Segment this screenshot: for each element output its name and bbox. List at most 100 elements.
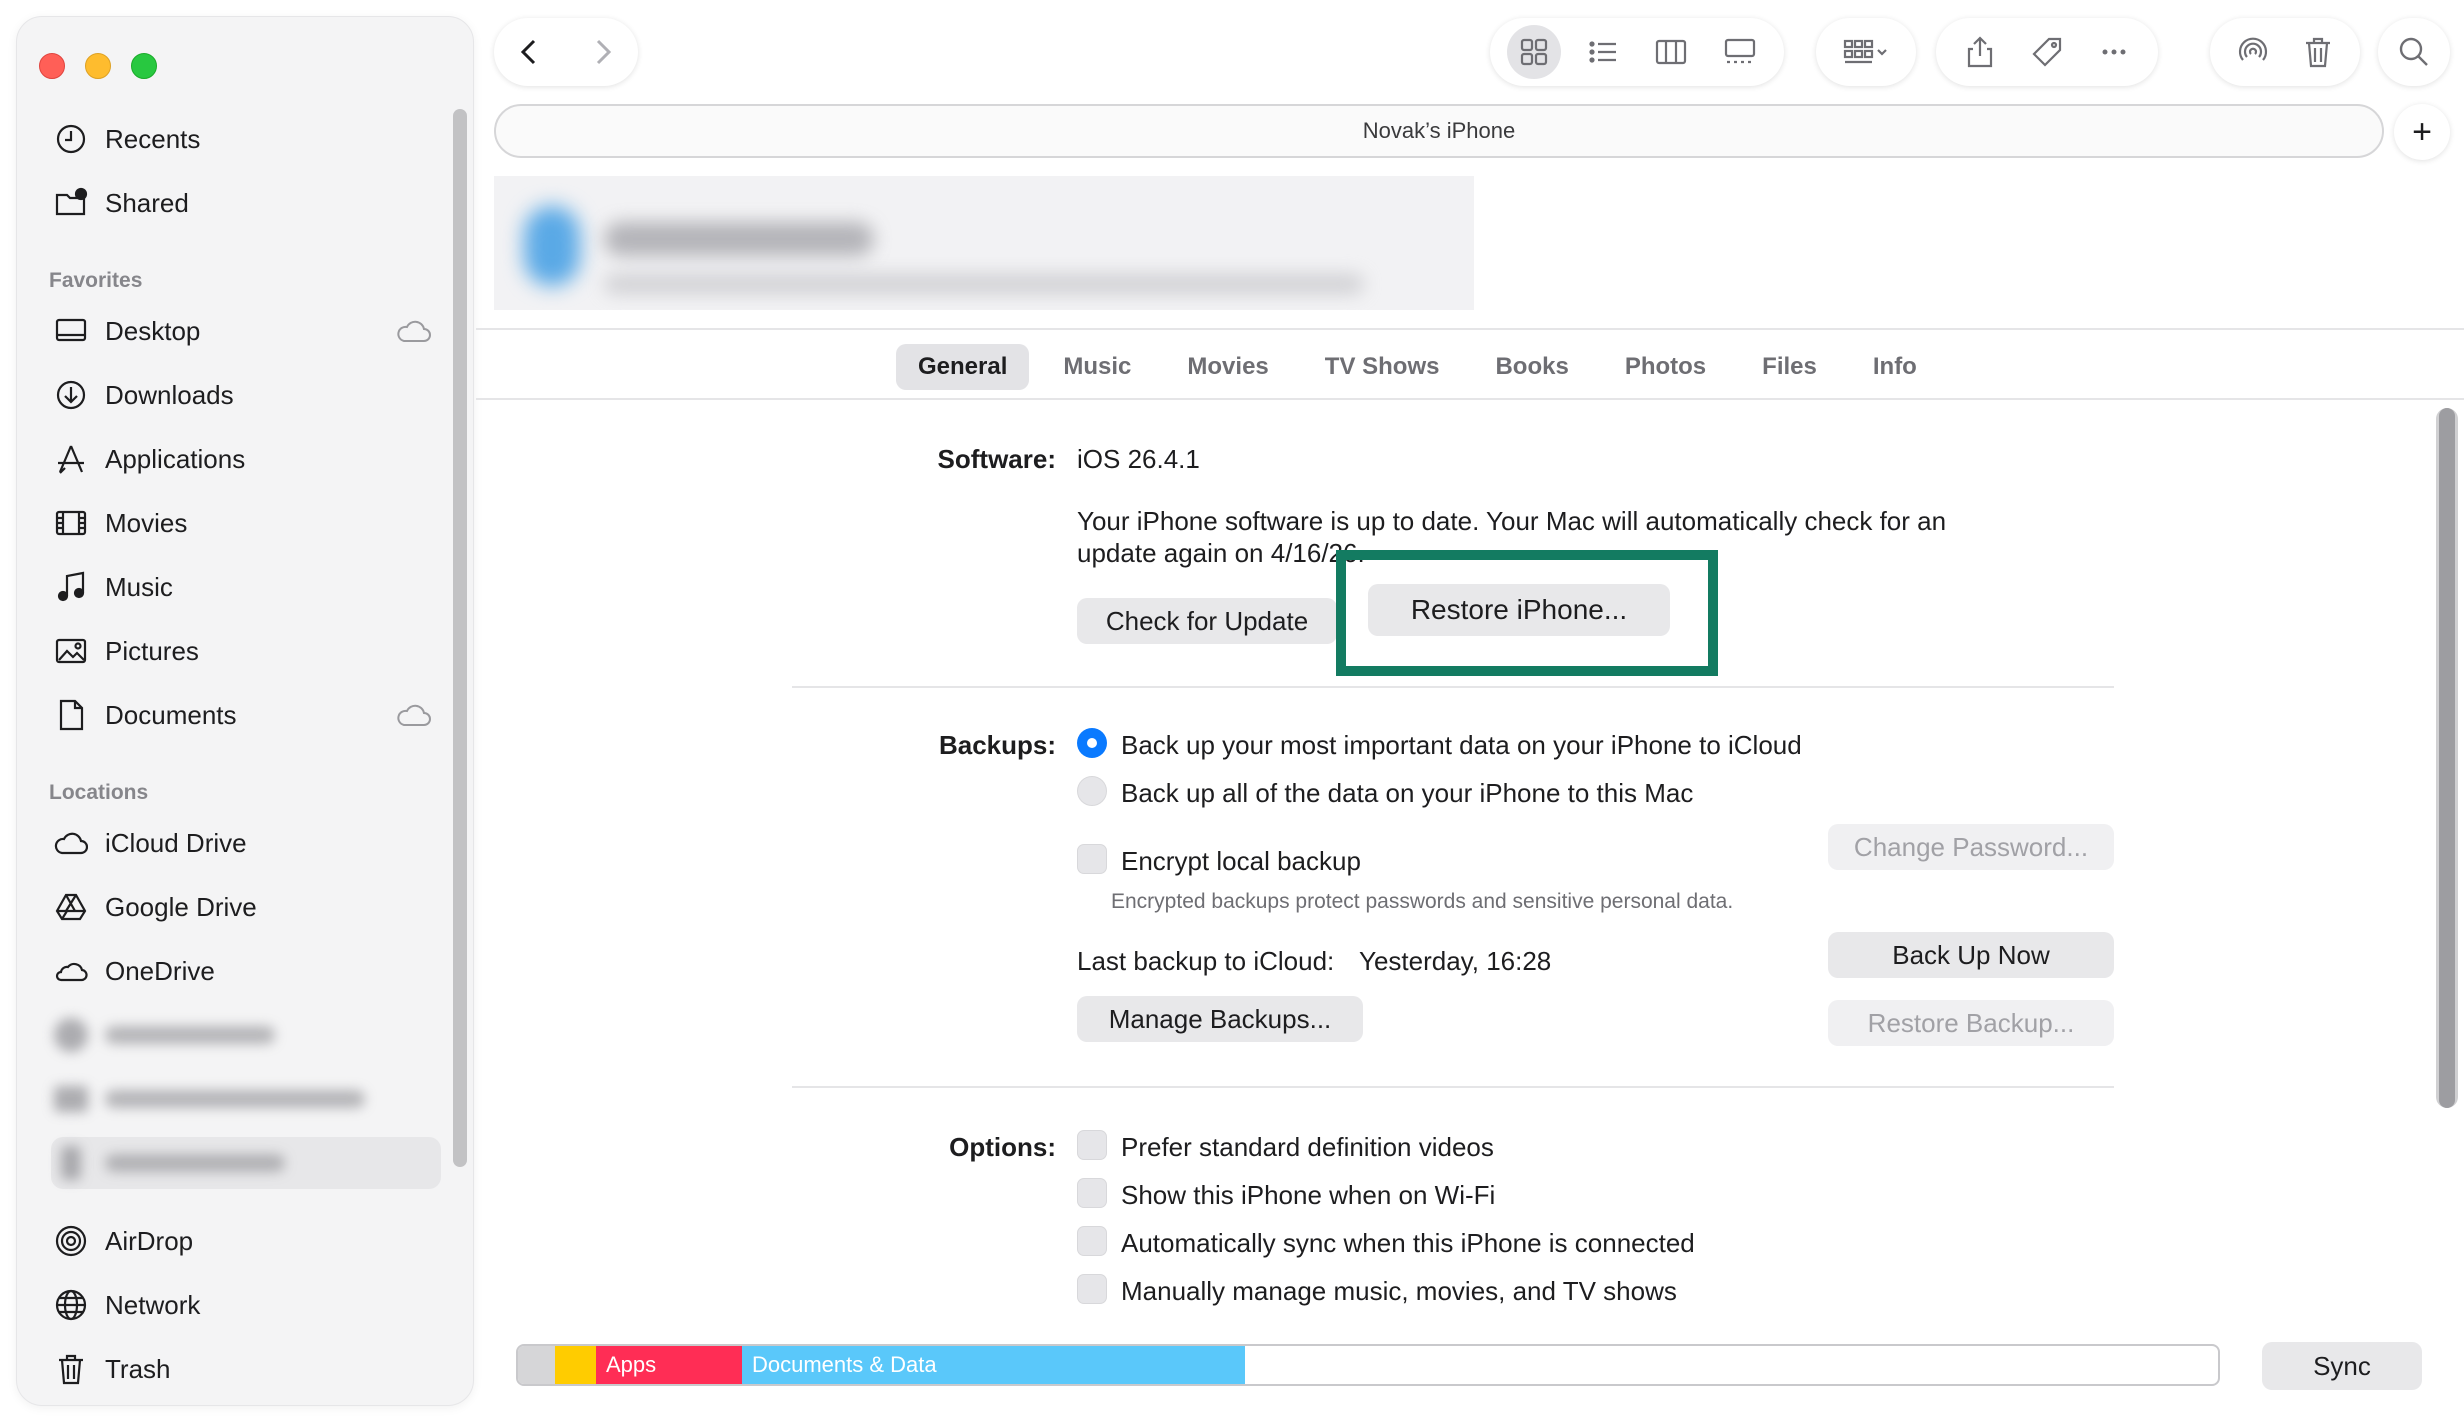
google-drive-icon — [51, 887, 91, 927]
change-password-button[interactable]: Change Password... — [1828, 824, 2114, 870]
restore-backup-button[interactable]: Restore Backup... — [1828, 1000, 2114, 1046]
tab-photos[interactable]: Photos — [1603, 344, 1728, 390]
favorites-header: Favorites — [49, 269, 143, 292]
add-tab-button[interactable]: + — [2394, 104, 2450, 160]
manage-backups-button[interactable]: Manage Backups... — [1077, 996, 1363, 1042]
tab-books[interactable]: Books — [1473, 344, 1590, 390]
storage-usage-bar[interactable]: Apps Documents & Data — [516, 1344, 2220, 1386]
tab-general[interactable]: General — [896, 344, 1030, 390]
group-by-menu[interactable] — [1816, 18, 1916, 86]
more-button[interactable] — [2087, 25, 2141, 79]
icon-view-button[interactable] — [1507, 25, 1562, 79]
back-up-now-button[interactable]: Back Up Now — [1828, 932, 2114, 978]
sidebar-item-recents[interactable]: Recents — [51, 113, 441, 165]
sidebar-item-movies[interactable]: Movies — [51, 497, 441, 549]
forward-button[interactable] — [575, 25, 629, 79]
list-view-button[interactable] — [1576, 25, 1630, 79]
sidebar-item-music[interactable]: Music — [51, 561, 441, 613]
tab-tv-shows[interactable]: TV Shows — [1303, 344, 1462, 390]
trash-icon — [51, 1349, 91, 1389]
option-auto-sync-label: Automatically sync when this iPhone is c… — [1121, 1228, 1695, 1258]
sidebar-item-pictures[interactable]: Pictures — [51, 625, 441, 677]
tab-movies[interactable]: Movies — [1165, 344, 1290, 390]
tab-files[interactable]: Files — [1740, 344, 1839, 390]
locations-header: Locations — [49, 781, 149, 804]
clock-icon — [51, 119, 91, 159]
encrypt-note: Encrypted backups protect passwords and … — [1111, 890, 1734, 913]
backup-icloud-radio[interactable] — [1077, 728, 1107, 758]
column-view-button[interactable] — [1644, 25, 1698, 79]
sidebar-item-label: Recents — [105, 123, 201, 154]
device-image-redacted — [524, 206, 580, 286]
path-bar[interactable]: Novak’s iPhone — [494, 104, 2384, 158]
tab-info[interactable]: Info — [1851, 344, 1939, 390]
close-window-button[interactable] — [39, 53, 65, 79]
cloud-icon — [51, 823, 91, 863]
zoom-window-button[interactable] — [131, 53, 157, 79]
backup-mac-label: Back up all of the data on your iPhone t… — [1121, 778, 1694, 808]
sidebar-item-label: Documents — [105, 699, 237, 730]
ellipsis-icon — [2102, 49, 2126, 55]
sidebar-item-airdrop[interactable]: AirDrop — [51, 1215, 441, 1267]
storage-segment — [555, 1346, 596, 1384]
sidebar-item-desktop[interactable]: Desktop — [51, 305, 441, 357]
redacted-label — [105, 1090, 365, 1108]
sidebar-item-google-drive[interactable]: Google Drive — [51, 881, 441, 933]
last-backup-value: Yesterday, 16:28 — [1359, 946, 1552, 976]
option-auto-sync-checkbox[interactable] — [1077, 1226, 1107, 1256]
option-sd-video-label: Prefer standard definition videos — [1121, 1132, 1494, 1162]
tab-music[interactable]: Music — [1041, 344, 1153, 390]
group-by-button[interactable] — [1831, 25, 1901, 79]
share-icon — [1967, 36, 1992, 68]
chevron-left-icon — [520, 39, 536, 65]
sidebar-item-label: Network — [105, 1289, 201, 1320]
sidebar-item-applications[interactable]: Applications — [51, 433, 441, 485]
scrollbar-thumb[interactable] — [2439, 408, 2455, 1108]
check-for-update-button[interactable]: Check for Update — [1077, 598, 1337, 644]
option-manual-manage-checkbox[interactable] — [1077, 1274, 1107, 1304]
content-scrollbar[interactable] — [2436, 408, 2458, 1108]
sidebar-item-downloads[interactable]: Downloads — [51, 369, 441, 421]
move-to-trash-button[interactable] — [2291, 25, 2345, 79]
options-label: Options: — [949, 1132, 1056, 1162]
redacted-label — [105, 1026, 275, 1044]
sync-button[interactable]: Sync — [2262, 1342, 2422, 1390]
cloud-status-icon — [395, 317, 431, 345]
backups-label: Backups: — [938, 730, 1056, 760]
back-button[interactable] — [503, 25, 557, 79]
sidebar-item-label: Shared — [105, 187, 189, 218]
tag-button[interactable] — [2020, 25, 2074, 79]
sidebar-item-redacted-iphone[interactable] — [51, 1137, 441, 1189]
sidebar-scrollbar[interactable] — [453, 109, 467, 1167]
backup-mac-radio[interactable] — [1077, 776, 1107, 806]
last-backup-label: Last backup to iCloud: — [1077, 946, 1335, 976]
share-button[interactable] — [1953, 25, 2007, 79]
action-group — [1936, 18, 2158, 86]
photo-icon — [51, 631, 91, 671]
grid-icon — [1521, 38, 1548, 66]
chevron-right-icon — [596, 39, 612, 65]
sidebar-item-shared[interactable]: Shared — [51, 177, 441, 229]
sidebar-item-documents[interactable]: Documents — [51, 689, 441, 741]
option-sd-video-checkbox[interactable] — [1077, 1130, 1107, 1160]
airdrop-button[interactable] — [2226, 25, 2280, 79]
sidebar-item-redacted-account[interactable] — [51, 1009, 441, 1061]
software-status-line1: Your iPhone software is up to date. Your… — [1077, 506, 1947, 536]
encrypt-backup-checkbox[interactable] — [1077, 844, 1107, 874]
sidebar-item-icloud-drive[interactable]: iCloud Drive — [51, 817, 441, 869]
redacted-icon — [51, 1079, 91, 1119]
sidebar-item-network[interactable]: Network — [51, 1279, 441, 1331]
view-mode-group — [1490, 18, 1784, 86]
download-icon — [51, 375, 91, 415]
option-wifi-checkbox[interactable] — [1077, 1178, 1107, 1208]
redacted-icon — [51, 1143, 91, 1183]
airdrop-trash-group — [2210, 18, 2360, 86]
gallery-view-button[interactable] — [1713, 25, 1767, 79]
sidebar-item-redacted-macbook[interactable] — [51, 1073, 441, 1125]
sidebar-item-trash[interactable]: Trash — [51, 1343, 441, 1395]
search-button[interactable] — [2387, 25, 2441, 79]
applications-icon — [51, 439, 91, 479]
minimize-window-button[interactable] — [85, 53, 111, 79]
film-icon — [51, 503, 91, 543]
sidebar-item-onedrive[interactable]: OneDrive — [51, 945, 441, 997]
